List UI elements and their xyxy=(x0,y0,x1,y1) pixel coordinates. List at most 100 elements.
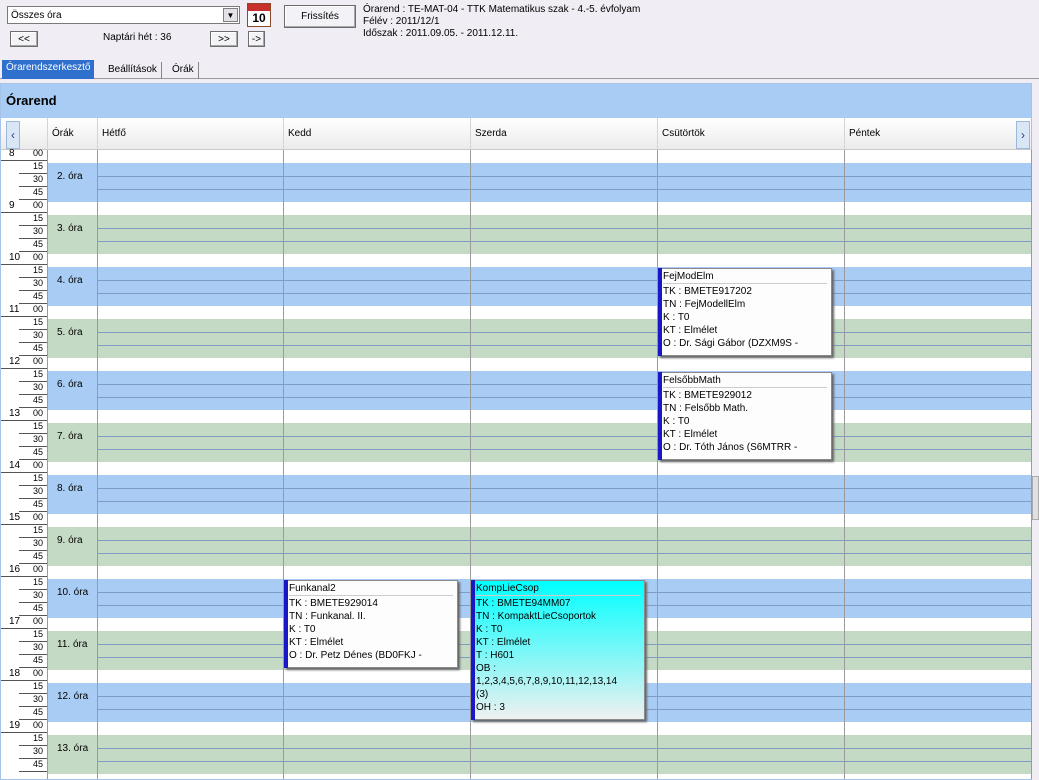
tab-timetable-editor[interactable]: Órarendszerkesztő xyxy=(2,60,95,79)
row-divider xyxy=(97,241,1032,242)
minute-label: 00 xyxy=(32,408,43,418)
chevron-down-icon[interactable]: ▼ xyxy=(223,8,238,22)
slot-label: 7. óra xyxy=(57,430,83,442)
hour-label: 18 xyxy=(9,668,21,679)
time-slot-row[interactable] xyxy=(47,319,1032,358)
time-tick-label: 15 xyxy=(19,576,47,590)
slot-label: 12. óra xyxy=(57,690,89,702)
time-slot-row[interactable] xyxy=(47,163,1032,202)
time-tick-label: 16 00 xyxy=(1,563,47,577)
event-detail-line: O : Dr. Petz Dénes (BD0FKJ - xyxy=(289,650,422,661)
time-tick-label: 45 xyxy=(19,758,47,772)
time-tick-label: 19 00 xyxy=(1,719,47,733)
event-detail-line: TN : Felsőbb Math. xyxy=(663,403,749,414)
time-tick-label: 8 00 xyxy=(1,147,47,161)
week-label: Naptári hét : 36 xyxy=(103,32,172,43)
timetable-panel: Órarend ‹ Órák Hétfő Kedd Szerda Csütört… xyxy=(0,83,1032,780)
time-tick-label: 30 xyxy=(19,329,47,343)
time-tick-label: 15 00 xyxy=(1,511,47,525)
hour-label: 19 xyxy=(9,720,21,731)
event-detail-line: K : T0 xyxy=(663,312,690,323)
event-detail-line: OB : xyxy=(476,663,497,674)
refresh-button[interactable]: Frissítés xyxy=(284,5,356,28)
time-tick-label: 45 xyxy=(19,550,47,564)
time-tick-label: 18 00 xyxy=(1,667,47,681)
event-detail-line: TK : BMETE929012 xyxy=(663,390,752,401)
minute-label: 00 xyxy=(32,564,43,574)
time-tick-label: 30 xyxy=(19,277,47,291)
row-divider xyxy=(97,748,1032,749)
time-tick-label: 15 xyxy=(19,368,47,382)
time-tick-label: 30 xyxy=(19,693,47,707)
course-event-card[interactable]: FejModElm TK : BMETE917202 TN : FejModellE… xyxy=(658,268,832,356)
event-detail-line: TK : BMETE929014 xyxy=(289,598,378,609)
row-divider xyxy=(97,436,1032,437)
scroll-right-icon[interactable]: › xyxy=(1016,121,1030,149)
hour-label: 10 xyxy=(9,252,21,263)
calendar-icon[interactable]: 10 xyxy=(247,3,271,27)
event-accent-bar xyxy=(471,580,475,720)
event-title: FejModElm xyxy=(663,270,827,284)
jump-button[interactable]: -> xyxy=(248,31,265,47)
course-event-card[interactable]: Funkanal2 TK : BMETE929014 TN : Funkanal. … xyxy=(284,580,458,668)
hours-filter-value: Összes óra xyxy=(11,10,62,21)
row-divider xyxy=(97,228,1032,229)
minute-label: 00 xyxy=(32,460,43,470)
event-detail-line: TN : Funkanal. II. xyxy=(289,611,366,622)
prev-week-button[interactable]: << xyxy=(10,31,38,47)
time-tick-label: 15 xyxy=(19,212,47,226)
row-divider xyxy=(97,280,1032,281)
event-detail-line: 1,2,3,4,5,6,7,8,9,10,11,12,13,14 xyxy=(476,676,618,687)
day-column-divider xyxy=(283,150,284,779)
time-tick-label: 15 xyxy=(19,264,47,278)
time-tick-label: 10 00 xyxy=(1,251,47,265)
course-event-card[interactable]: KompLieCsop TK : BMETE94MM07 TN : KompaktL… xyxy=(471,580,645,720)
time-slot-row[interactable] xyxy=(47,475,1032,514)
row-divider xyxy=(97,345,1032,346)
time-tick-label: 15 xyxy=(19,472,47,486)
hours-filter-select[interactable]: Összes óra ▼ xyxy=(7,6,240,24)
hour-label: 11 xyxy=(9,304,20,315)
slot-label: 4. óra xyxy=(57,274,83,286)
time-slot-row[interactable] xyxy=(47,527,1032,566)
time-tick-label: 15 xyxy=(19,420,47,434)
time-slot-row[interactable] xyxy=(47,371,1032,410)
time-tick-label: 45 xyxy=(19,290,47,304)
event-detail-line: K : T0 xyxy=(663,416,690,427)
scroll-left-icon[interactable]: ‹ xyxy=(6,121,20,149)
day-header-thursday: Csütörtök xyxy=(657,118,844,150)
row-divider xyxy=(97,761,1032,762)
tab-settings[interactable]: Beállítások xyxy=(104,62,162,79)
day-header: ‹ Órák Hétfő Kedd Szerda Csütörtök Pénte… xyxy=(1,118,1031,150)
minute-label: 00 xyxy=(32,616,43,626)
time-slot-row[interactable] xyxy=(47,423,1032,462)
panel-title: Órarend xyxy=(1,84,1031,118)
time-tick-label: 15 xyxy=(19,732,47,746)
minute-label: 00 xyxy=(32,512,43,522)
event-detail-line: KT : Elmélet xyxy=(289,637,344,648)
hour-label: 15 xyxy=(9,512,21,523)
row-divider xyxy=(97,176,1032,177)
time-tick-label: 13 00 xyxy=(1,407,47,421)
course-event-card[interactable]: FelsőbbMath TK : BMETE929012 TN : Felsőbb … xyxy=(658,372,832,460)
event-accent-bar xyxy=(284,580,288,668)
row-divider xyxy=(97,332,1032,333)
hour-label: 16 xyxy=(9,564,21,575)
time-slot-row[interactable] xyxy=(47,735,1032,774)
time-slot-row[interactable] xyxy=(47,267,1032,306)
row-divider xyxy=(97,189,1032,190)
slot-label: 11. óra xyxy=(57,638,88,650)
time-slot-row[interactable] xyxy=(47,215,1032,254)
time-tick-label: 45 xyxy=(19,446,47,460)
tab-hours[interactable]: Órák xyxy=(168,62,199,79)
side-collapse-handle[interactable] xyxy=(1032,476,1039,520)
time-tick-label: 15 xyxy=(19,524,47,538)
time-tick-label: 45 xyxy=(19,498,47,512)
hour-label: 8 xyxy=(9,148,15,159)
info-period: Időszak : 2011.09.05. - 2011.12.11. xyxy=(363,28,519,39)
next-week-button[interactable]: >> xyxy=(210,31,238,47)
slot-label: 6. óra xyxy=(57,378,83,390)
timetable-info: Órarend : TE-MAT-04 - TTK Matematikus sz… xyxy=(363,4,640,40)
time-tick-label: 45 xyxy=(19,342,47,356)
minute-label: 00 xyxy=(32,720,43,730)
